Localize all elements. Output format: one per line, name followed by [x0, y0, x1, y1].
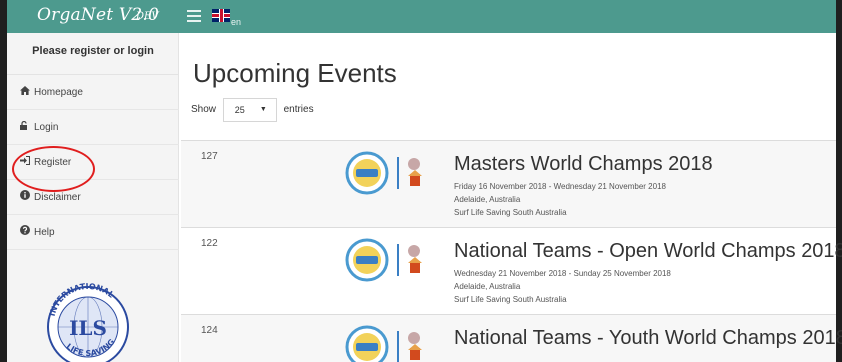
show-label: Show [191, 104, 217, 115]
sidebar-item-label: Login [34, 122, 59, 133]
event-title[interactable]: National Teams - Open World Champs 2018 [454, 240, 842, 263]
sidebar: Please register or login Homepage Login … [7, 33, 179, 362]
ils-logo: INTERNATIONAL ILS LIFE SAVING [47, 282, 129, 362]
event-logos [345, 325, 422, 362]
entries-select[interactable]: 25 ▼ [222, 98, 277, 122]
table-row[interactable]: 122 National Teams - Open World Champs 2… [181, 227, 842, 314]
event-id: 124 [201, 325, 218, 336]
event-id: 122 [201, 238, 218, 249]
event-location: Adelaide, Australia [454, 195, 521, 204]
event-organizer: Surf Life Saving South Australia [454, 208, 567, 217]
event-dates: Wednesday 21 November 2018 - Sunday 25 N… [454, 269, 671, 278]
sidebar-title: Please register or login [7, 33, 179, 75]
event-location: Adelaide, Australia [454, 282, 521, 291]
top-navbar: OrgaNet V2.0 DEV en [7, 0, 836, 33]
sidebar-item-label: Disclaimer [34, 192, 81, 203]
entries-length-control: Show 25 ▼ entries [191, 98, 314, 122]
event-title[interactable]: Masters World Champs 2018 [454, 153, 713, 176]
home-icon [20, 75, 34, 110]
annotation-circle [12, 146, 95, 192]
uk-flag-icon[interactable] [212, 9, 230, 22]
logo-center-text: ILS [69, 316, 107, 340]
caret-down-icon: ▼ [259, 106, 267, 113]
event-organizer: Surf Life Saving South Australia [454, 295, 567, 304]
language-code[interactable]: en [231, 17, 241, 27]
sidebar-item-label: Homepage [34, 87, 83, 98]
event-logos [345, 151, 422, 195]
table-row[interactable]: 124 National Teams - Youth World Champs … [181, 314, 842, 362]
page-title: Upcoming Events [193, 58, 397, 88]
menu-toggle-icon[interactable] [187, 10, 201, 22]
sidebar-item-homepage[interactable]: Homepage [7, 75, 179, 110]
sidebar-item-help[interactable]: Help [7, 215, 179, 250]
sidebar-item-login[interactable]: Login [7, 110, 179, 145]
table-row[interactable]: 127 Masters World Champs 2018 Friday 16 … [181, 140, 836, 227]
question-circle-icon [20, 215, 34, 250]
brand-env-badge: DEV [136, 11, 159, 22]
entries-label: entries [283, 104, 314, 115]
event-logos [345, 238, 422, 282]
window-left-edge [0, 0, 7, 362]
sidebar-item-label: Help [34, 227, 55, 238]
window-right-edge [836, 0, 842, 362]
event-dates: Friday 16 November 2018 - Wednesday 21 N… [454, 182, 666, 191]
event-id: 127 [201, 151, 218, 162]
entries-select-value: 25 [234, 105, 245, 115]
sign-in-icon [20, 110, 34, 145]
event-title[interactable]: National Teams - Youth World Champs 2018 [454, 327, 842, 350]
